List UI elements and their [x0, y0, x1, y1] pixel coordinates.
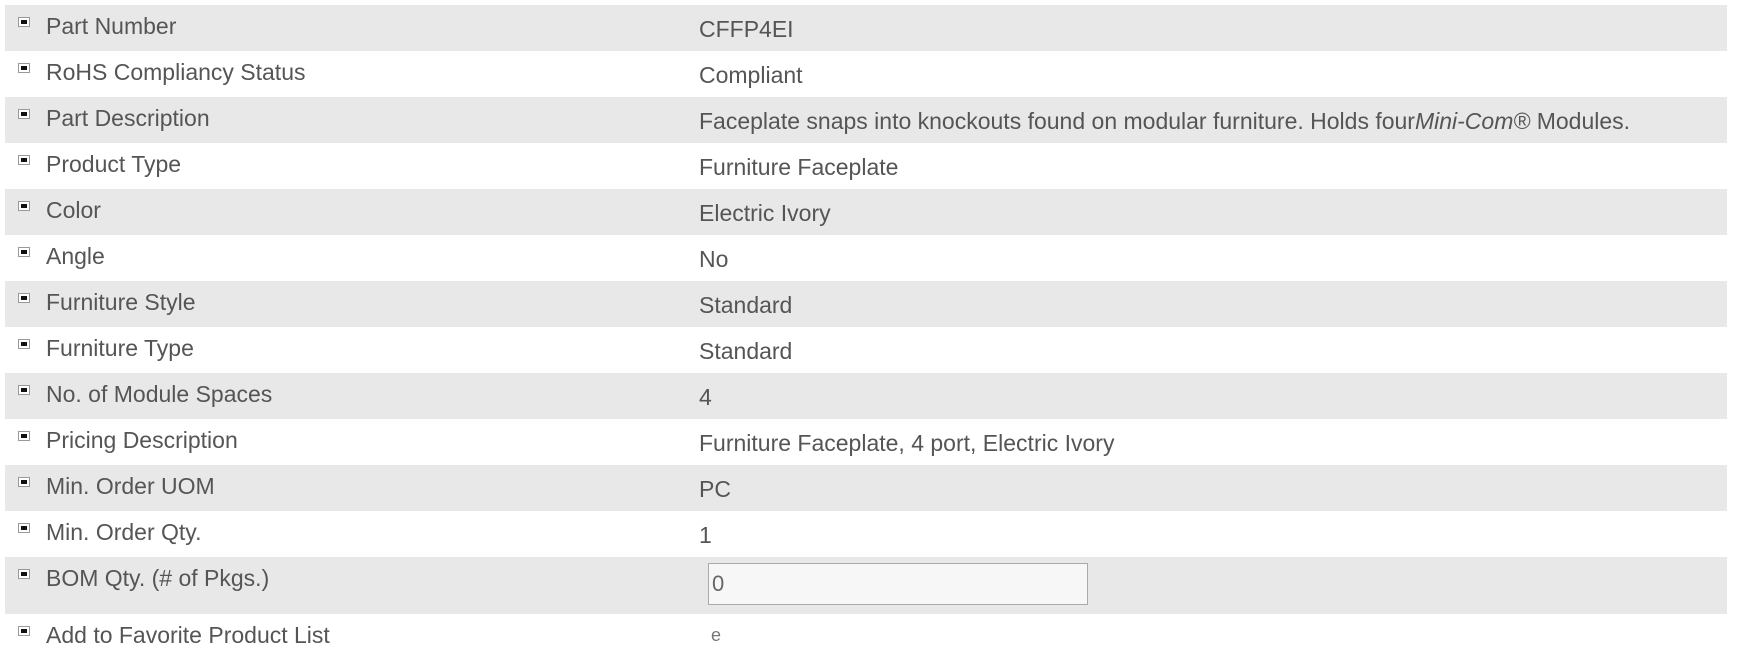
spec-value: No [699, 246, 729, 272]
square-bullet-icon [18, 247, 30, 257]
square-bullet-icon [18, 339, 30, 349]
spec-value: 4 [699, 384, 712, 410]
spec-value: Furniture Faceplate [699, 154, 899, 180]
spec-row-module-spaces: No. of Module Spaces 4 [5, 373, 1727, 419]
spec-label: Min. Order Qty. [46, 519, 202, 545]
spec-value: PC [699, 476, 731, 502]
product-spec-table: Part Number CFFP4EI RoHS Compliancy Stat… [5, 5, 1727, 660]
spec-label: No. of Module Spaces [46, 381, 273, 407]
spec-value: Faceplate snaps into knockouts found on … [699, 107, 1630, 135]
spec-value: CFFP4EI [699, 16, 794, 42]
spec-row-angle: Angle No [5, 235, 1727, 281]
spec-row-product-type: Product Type Furniture Faceplate [5, 143, 1727, 189]
spec-label: Color [46, 197, 101, 223]
spec-label: Part Description [46, 105, 210, 131]
spec-row-part-description: Part Description Faceplate snaps into kn… [5, 97, 1727, 143]
spec-value: 1 [699, 522, 712, 548]
spec-label: RoHS Compliancy Status [46, 59, 306, 85]
spec-value: Compliant [699, 62, 803, 88]
spec-label: Product Type [46, 151, 182, 177]
square-bullet-icon [18, 431, 30, 441]
spec-row-min-order-qty: Min. Order Qty. 1 [5, 511, 1727, 557]
spec-label: Part Number [46, 13, 177, 39]
square-bullet-icon [18, 17, 30, 27]
bom-qty-input[interactable] [708, 563, 1088, 605]
square-bullet-icon [18, 155, 30, 165]
square-bullet-icon [18, 63, 30, 73]
square-bullet-icon [18, 109, 30, 119]
spec-label: BOM Qty. (# of Pkgs.) [46, 565, 270, 591]
description-text: Faceplate snaps into knockouts found on … [699, 108, 1415, 134]
spec-value: Electric Ivory [699, 200, 831, 226]
square-bullet-icon [18, 293, 30, 303]
spec-value: Furniture Faceplate, 4 port, Electric Iv… [699, 430, 1115, 456]
spec-row-rohs-status: RoHS Compliancy Status Compliant [5, 51, 1727, 97]
spec-row-furniture-type: Furniture Type Standard [5, 327, 1727, 373]
brand-name: Mini-Com® [1414, 108, 1531, 134]
spec-row-pricing-description: Pricing Description Furniture Faceplate,… [5, 419, 1727, 465]
square-bullet-icon [18, 201, 30, 211]
spec-value: Standard [699, 338, 793, 364]
spec-row-color: Color Electric Ivory [5, 189, 1727, 235]
description-suffix: Modules. [1530, 108, 1631, 134]
add-to-favorites-toggle[interactable]: e [711, 626, 727, 644]
square-bullet-icon [18, 523, 30, 533]
spec-row-min-order-uom: Min. Order UOM PC [5, 465, 1727, 511]
spec-row-furniture-style: Furniture Style Standard [5, 281, 1727, 327]
spec-row-bom-qty: BOM Qty. (# of Pkgs.) [5, 557, 1727, 614]
spec-label: Min. Order UOM [46, 473, 215, 499]
spec-label: Furniture Style [46, 289, 196, 315]
square-bullet-icon [18, 385, 30, 395]
spec-row-add-to-favorites: Add to Favorite Product List e [5, 614, 1727, 660]
square-bullet-icon [18, 477, 30, 487]
square-bullet-icon [18, 626, 30, 636]
spec-label: Pricing Description [46, 427, 238, 453]
spec-label: Angle [46, 243, 105, 269]
square-bullet-icon [18, 569, 30, 579]
spec-row-part-number: Part Number CFFP4EI [5, 5, 1727, 51]
spec-value: Standard [699, 292, 793, 318]
spec-label: Furniture Type [46, 335, 194, 361]
